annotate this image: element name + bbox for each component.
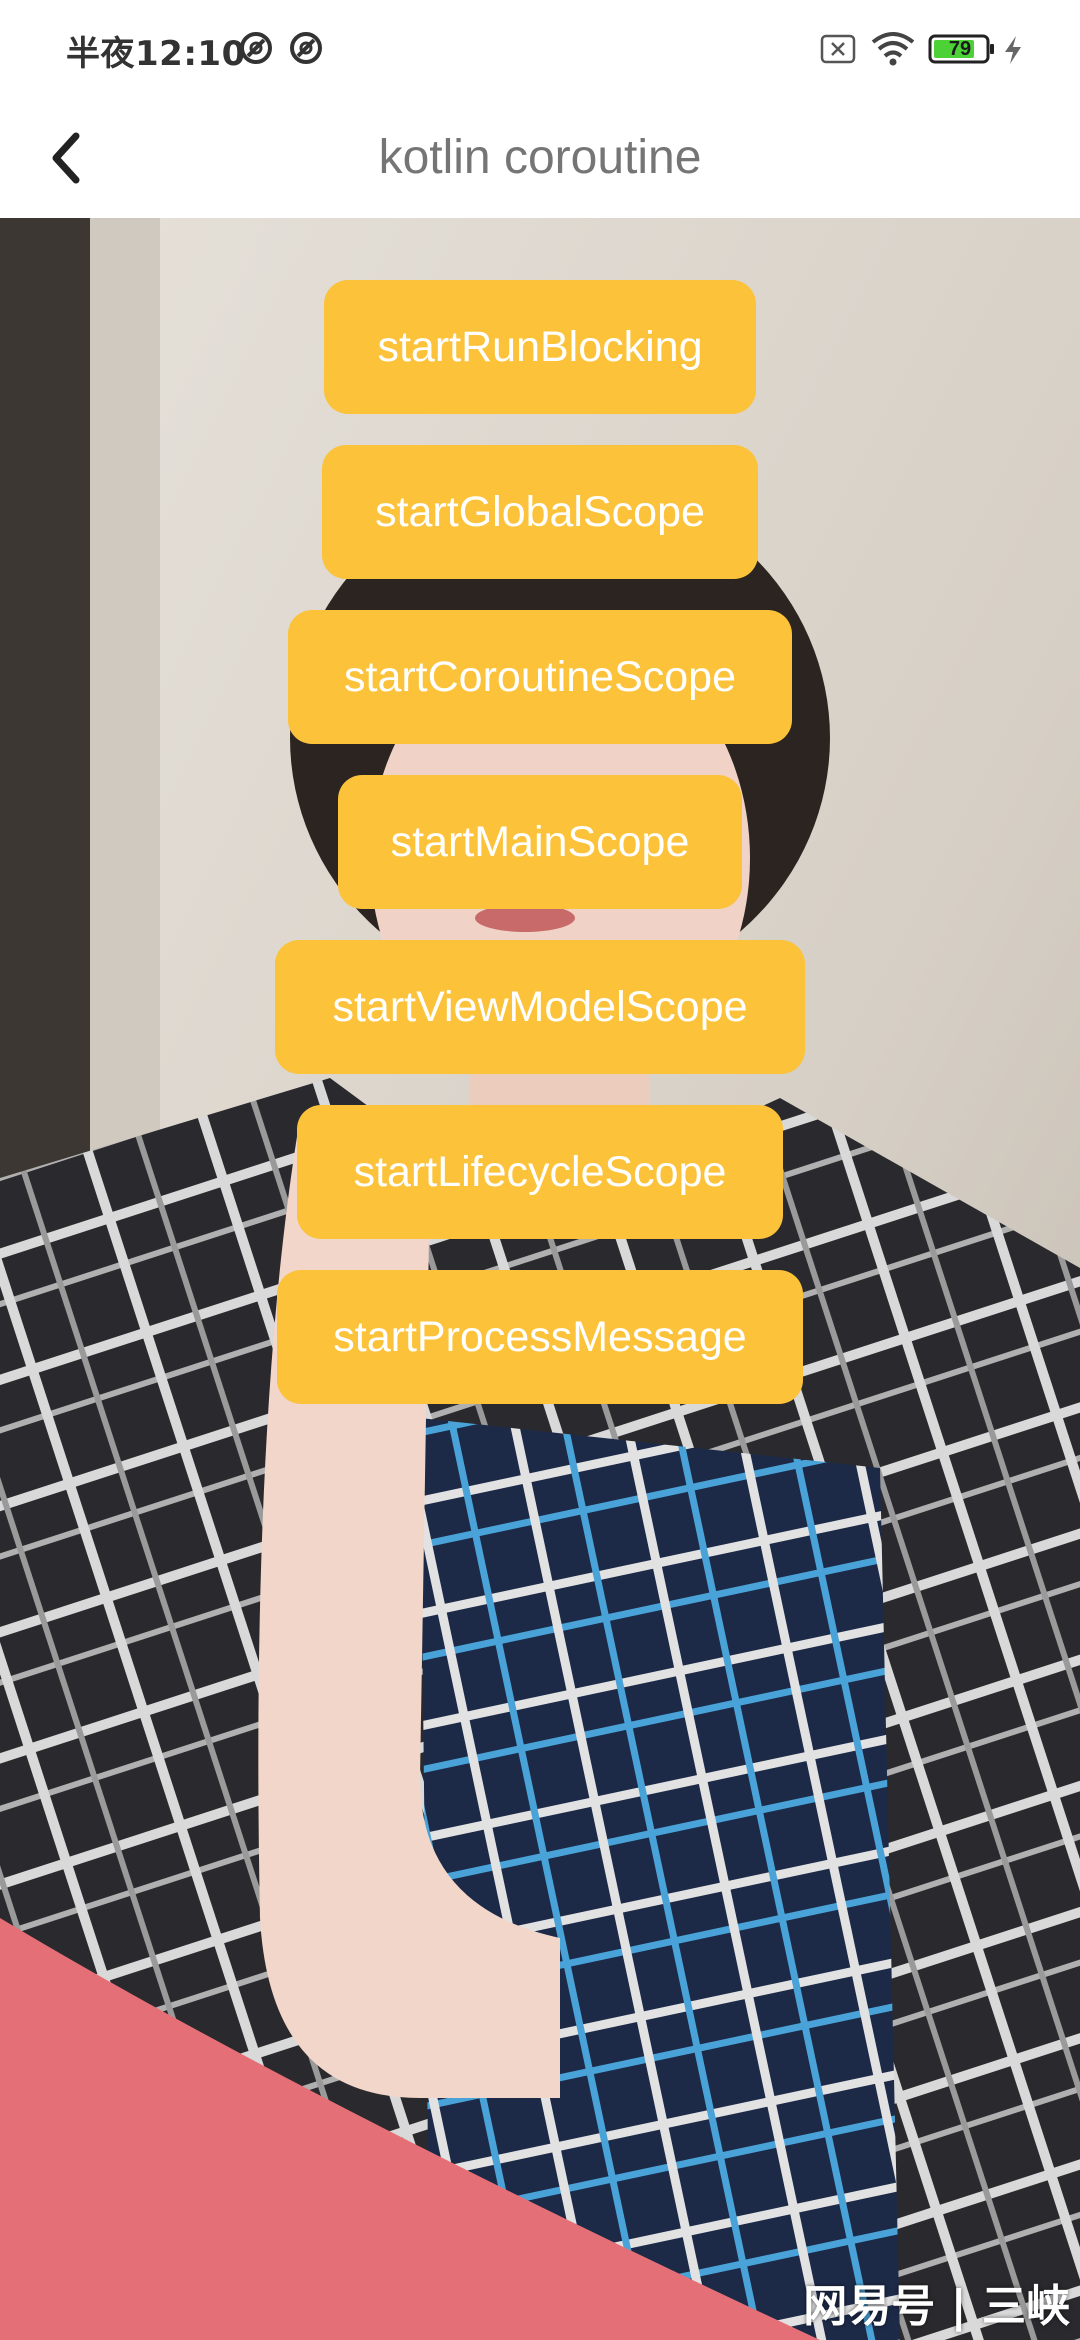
start-lifecycle-scope-button[interactable]: startLifecycleScope [297,1105,783,1239]
page-title: kotlin coroutine [378,131,702,184]
start-main-scope-button[interactable]: startMainScope [338,775,742,909]
charging-icon [1005,36,1021,64]
sim-off-icon [820,34,856,64]
status-time: 半夜12:10 [66,34,246,74]
start-global-scope-button[interactable]: startGlobalScope [322,445,758,579]
start-coroutine-scope-button[interactable]: startCoroutineScope [288,610,792,744]
watermark: 网易号 | 三峡 [803,2281,1070,2332]
start-process-message-button[interactable]: startProcessMessage [277,1270,803,1404]
battery-level: 79 [948,38,972,60]
dnd-icon [240,32,272,64]
start-view-model-scope-button[interactable]: startViewModelScope [275,940,805,1074]
start-run-blocking-button[interactable]: startRunBlocking [324,280,756,414]
wifi-icon [871,32,915,66]
status-bar: 半夜12:10 79 [0,0,1080,98]
chevron-left-icon [52,132,80,184]
toolbar: kotlin coroutine [0,98,1080,218]
content-area: startRunBlocking startGlobalScope startC… [0,218,1080,2340]
back-button[interactable] [18,110,114,206]
dnd-icon [290,32,322,64]
